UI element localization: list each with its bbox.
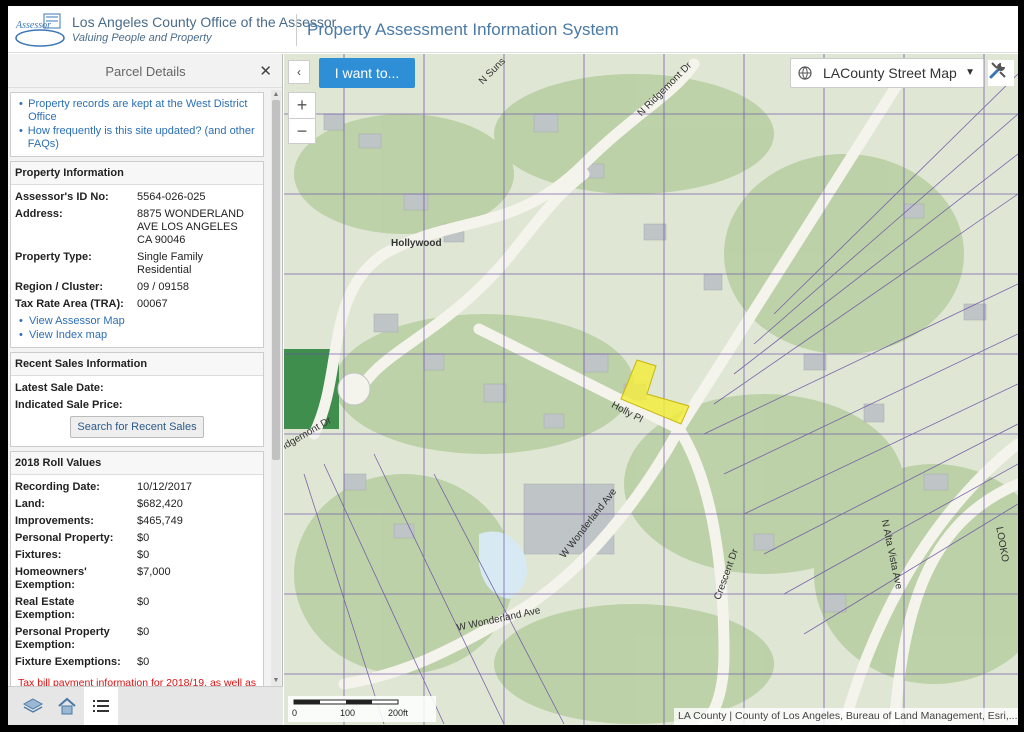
layers-icon [23,698,43,713]
map-canvas[interactable] [284,54,1018,725]
svg-text:Assessor: Assessor [15,20,51,31]
collapse-panel-button[interactable]: ‹ [288,60,310,84]
ain-value: 5564-026-025 [137,191,206,203]
scale-bar: 0 100 200ft [288,696,436,722]
info-row: Indicated Sale Price: [15,399,123,411]
property-information-heading: Property Information [11,162,263,185]
panel-content[interactable]: • Property records are kept at the West D… [8,90,270,686]
property-information-box: Property Information Assessor's ID No: 55… [10,161,264,348]
info-row: Personal Property Exemption: $0 [15,626,150,651]
info-row: Region / Cluster: 09 / 09158 [15,281,259,294]
zoom-out-button[interactable]: − [289,119,315,145]
app-title: Property Assessment Information System [307,20,619,39]
list-icon [93,700,109,712]
info-row: Improvements: $465,749 [15,515,183,527]
list-button[interactable] [84,687,118,725]
bullet-icon: • [19,98,23,110]
scroll-up-icon[interactable]: ▲ [271,90,281,100]
roll-values-heading: 2018 Roll Values [11,452,263,475]
tax-bill-note: Tax bill payment information for 2018/19… [17,677,257,686]
app-header: Assessor Los Angeles County Office of th… [8,6,1018,53]
parcel-details-panel: Parcel Details ✕ • Property records are k… [8,54,283,725]
bullet-icon: • [19,329,23,341]
map-attribution: LA County | County of Los Angeles, Burea… [674,708,1018,725]
info-row: Property Type: Single Family Residential [15,251,259,277]
tools-button[interactable] [988,60,1014,86]
home-icon [58,697,76,715]
scroll-down-icon[interactable]: ▼ [271,676,281,686]
basemap-label: LACounty Street Map [823,65,957,81]
info-row: Personal Property: $0 [15,532,150,544]
map-view[interactable]: Hollywood Holly Pl W Wonderland Ave W Wo… [284,54,1018,725]
recent-sales-box: Recent Sales Information Latest Sale Dat… [10,352,264,447]
tools-icon [989,62,1006,79]
address-value: 8875 WONDERLAND AVE LOS ANGELES CA 90046 [137,208,244,246]
west-district-link[interactable]: Property records are kept at the West Di… [28,98,257,124]
tra-value: 00067 [137,298,168,310]
chevron-down-icon: ▼ [965,67,975,78]
scale-label-200: 200ft [388,708,409,718]
view-assessor-map-link[interactable]: View Assessor Map [29,315,125,328]
assessor-logo[interactable]: Assessor [14,12,66,48]
info-row: Real Estate Exemption: $0 [15,596,150,621]
bullet-icon: • [19,315,23,327]
i-want-to-button[interactable]: I want to... [319,58,415,88]
app-window: Assessor Los Angeles County Office of th… [8,6,1018,725]
roll-values-box: 2018 Roll Values Recording Date: 10/12/20… [10,451,264,686]
view-index-map-link[interactable]: View Index map [29,329,107,342]
panel-toolbar [8,686,283,725]
basemap-selector[interactable]: LACounty Street Map ▼ [790,58,984,88]
info-row: Assessor's ID No: 5564-026-025 [15,191,259,204]
scale-label-0: 0 [292,708,298,718]
info-row: Land: $682,420 [15,498,183,510]
panel-header: Parcel Details ✕ [8,54,282,88]
zoom-in-button[interactable]: + [289,93,315,119]
map-label-hollywood: Hollywood [391,238,442,249]
info-row: Tax Rate Area (TRA): 00067 [15,298,259,311]
bullet-icon: • [19,125,23,137]
search-recent-sales-button[interactable]: Search for Recent Sales [70,416,204,438]
recent-sales-heading: Recent Sales Information [11,353,263,376]
info-links-box: • Property records are kept at the West D… [10,92,264,157]
info-row: Fixtures: $0 [15,549,150,561]
scale-label-100: 100 [340,708,356,718]
panel-title: Parcel Details [105,64,186,79]
panel-scrollbar[interactable]: ▲ ▼ [271,90,281,686]
info-row: Recording Date: 10/12/2017 [15,481,193,493]
info-row: Homeowners' Exemption: $7,000 [15,566,171,591]
org-tagline: Valuing People and Property [72,32,212,44]
close-icon[interactable]: ✕ [259,62,272,80]
faq-link[interactable]: How frequently is this site updated? (an… [28,125,257,151]
info-row: Address: 8875 WONDERLAND AVE LOS ANGELES … [15,208,259,247]
layers-button[interactable] [16,687,50,725]
region-cluster-value: 09 / 09158 [137,281,189,293]
info-row: Latest Sale Date: [15,382,104,394]
header-divider [296,14,297,46]
home-button[interactable] [50,687,84,725]
zoom-control: + − [288,92,316,144]
property-type-value: Single Family Residential [137,251,204,276]
info-row: Fixture Exemptions: $0 [15,656,150,668]
scrollbar-thumb[interactable] [272,100,280,460]
